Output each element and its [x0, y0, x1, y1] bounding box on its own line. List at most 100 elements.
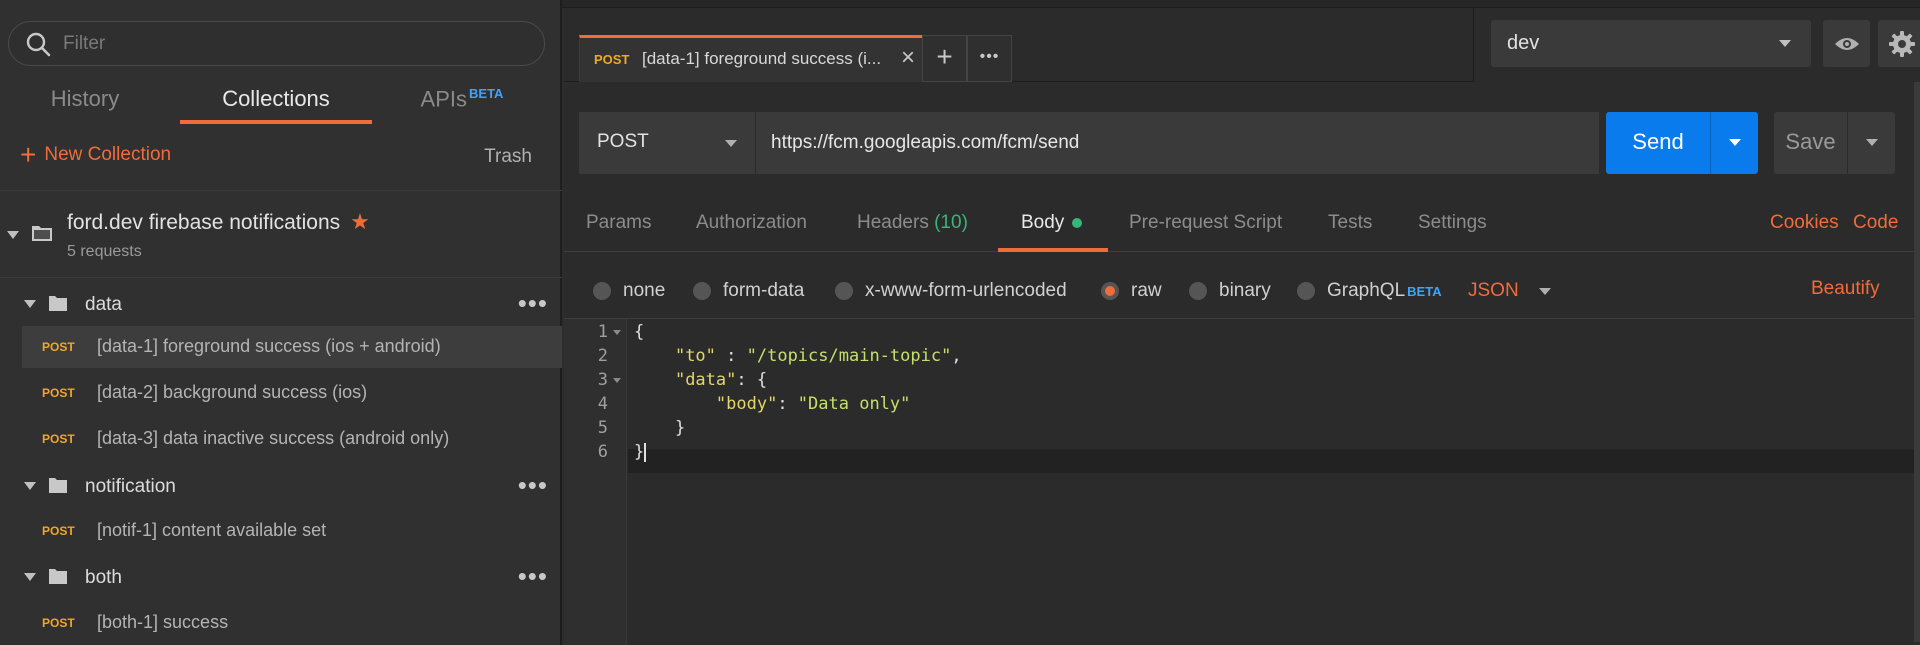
tab-params[interactable]: Params	[586, 212, 651, 234]
format-value: JSON	[1468, 280, 1519, 301]
request-item[interactable]: POST [data-3] data inactive success (and…	[22, 418, 562, 460]
new-collection-label: New Collection	[44, 144, 172, 165]
line-number: 3	[597, 370, 608, 390]
beautify-button[interactable]: Beautify	[1811, 278, 1880, 300]
folder-both[interactable]: both •••	[0, 557, 562, 599]
radio-circle[interactable]	[693, 282, 711, 300]
collapse-caret-icon[interactable]	[24, 482, 36, 490]
tab-tests[interactable]: Tests	[1328, 212, 1372, 234]
radio-none[interactable]: none	[593, 280, 665, 302]
chevron-down-icon	[1538, 287, 1551, 295]
open-request-tab[interactable]: POST [data-1] foreground success (i... ×	[579, 35, 924, 82]
more-options-icon[interactable]: •••	[518, 288, 548, 319]
send-options-button[interactable]	[1710, 112, 1758, 174]
tab-headers[interactable]: Headers (10)	[857, 212, 968, 234]
headers-label: Headers	[857, 212, 929, 233]
line-number: 1	[597, 322, 608, 342]
collection-name-text: ford.dev firebase notifications	[67, 211, 341, 234]
folder-name: both	[85, 567, 122, 588]
collection-name[interactable]: ford.dev firebase notifications ★	[67, 209, 370, 235]
radio-raw[interactable]: raw	[1101, 280, 1162, 302]
radio-urlencoded[interactable]: x-www-form-urlencoded	[835, 280, 1067, 302]
radio-form-data[interactable]: form-data	[693, 280, 804, 302]
line-number-gutter: 1 2 3 4 5 6	[564, 319, 627, 645]
save-options-button[interactable]	[1847, 112, 1895, 174]
line-number: 2	[597, 346, 608, 366]
collapse-caret-icon[interactable]	[24, 573, 36, 581]
environment-value: dev	[1507, 32, 1540, 54]
request-item[interactable]: POST [data-2] background success (ios)	[22, 372, 562, 414]
collection-header[interactable]: ford.dev firebase notifications ★ 5 reque…	[0, 190, 562, 278]
folder-notification[interactable]: notification •••	[0, 466, 562, 508]
tab-pre-request-script[interactable]: Pre-request Script	[1129, 212, 1282, 234]
new-collection-button[interactable]: + New Collection	[20, 141, 172, 169]
chevron-down-icon	[1779, 40, 1791, 47]
radio-circle-selected[interactable]	[1101, 282, 1119, 300]
trash-button[interactable]: Trash	[484, 146, 532, 168]
chevron-down-icon	[1866, 139, 1878, 146]
fold-arrow-icon[interactable]	[613, 378, 621, 383]
filter-input[interactable]	[63, 32, 523, 55]
body-format-select[interactable]: JSON	[1468, 280, 1551, 302]
radio-circle[interactable]	[1297, 282, 1315, 300]
tab-collections[interactable]: Collections	[180, 78, 372, 124]
method-select[interactable]: POST	[579, 112, 756, 174]
code-link[interactable]: Code	[1853, 212, 1898, 234]
graphql-beta-badge: BETA	[1407, 283, 1442, 299]
tab-settings[interactable]: Settings	[1418, 212, 1487, 234]
method-value: POST	[597, 131, 649, 152]
radio-label: raw	[1131, 280, 1162, 301]
code-token: ,	[951, 346, 962, 366]
vertical-scrollbar[interactable]	[1914, 82, 1920, 642]
tab-options-button[interactable]: •••	[967, 35, 1012, 82]
radio-circle[interactable]	[835, 282, 853, 300]
body-type-selector: none form-data x-www-form-urlencoded raw…	[564, 264, 1920, 320]
tab-history[interactable]: History	[0, 78, 170, 124]
active-line-highlight	[628, 449, 1920, 473]
star-icon[interactable]: ★	[350, 209, 370, 234]
code-token: {	[634, 322, 645, 342]
radio-label: none	[623, 280, 666, 301]
send-button[interactable]: Send	[1606, 112, 1758, 174]
collapse-caret-icon[interactable]	[7, 231, 19, 239]
tab-apis[interactable]: APIs BETA	[372, 78, 552, 124]
fold-arrow-icon[interactable]	[613, 330, 621, 335]
new-tab-button[interactable]: +	[922, 35, 967, 82]
collapse-caret-icon[interactable]	[24, 300, 36, 308]
code-token: }	[674, 418, 686, 438]
request-item[interactable]: POST [both-1] success	[22, 602, 562, 644]
manage-environments-button[interactable]	[1878, 20, 1920, 67]
request-name: [notif-1] content available set	[97, 520, 327, 540]
close-icon[interactable]: ×	[901, 44, 915, 72]
environment-select[interactable]: dev	[1491, 20, 1811, 67]
radio-binary[interactable]: binary	[1189, 280, 1271, 302]
cookies-link[interactable]: Cookies	[1770, 212, 1839, 234]
body-indicator-dot	[1072, 217, 1083, 228]
request-item[interactable]: POST [notif-1] content available set	[22, 510, 562, 552]
url-bar: POST	[579, 112, 1599, 174]
gear-icon	[1888, 30, 1915, 57]
save-button[interactable]: Save	[1774, 112, 1895, 174]
radio-circle[interactable]	[593, 282, 611, 300]
body-code-editor[interactable]: 1 2 3 4 5 6 { "to" : "/topics/main-topic…	[564, 318, 1920, 645]
collection-request-count: 5 requests	[67, 243, 142, 260]
folder-data[interactable]: data •••	[0, 284, 562, 326]
environment-quick-look-button[interactable]	[1823, 20, 1870, 67]
chevron-down-icon	[725, 140, 737, 147]
folder-icon	[49, 296, 67, 311]
more-options-icon[interactable]: •••	[518, 561, 548, 592]
request-item[interactable]: POST [data-1] foreground success (ios + …	[22, 326, 562, 368]
line-number: 4	[597, 394, 608, 414]
method-badge: POST	[42, 616, 75, 630]
url-input[interactable]	[757, 112, 1599, 174]
code-token: :	[715, 346, 747, 366]
sidebar-toolbar: + New Collection Trash	[0, 136, 562, 176]
radio-graphql[interactable]: GraphQL BETA	[1297, 280, 1442, 302]
more-options-icon[interactable]: •••	[518, 470, 548, 501]
sidebar-tabs: History Collections APIs BETA	[0, 78, 562, 124]
filter-box[interactable]	[8, 21, 545, 66]
tab-authorization[interactable]: Authorization	[696, 212, 807, 234]
tab-body[interactable]: Body	[1021, 212, 1083, 234]
request-name: [both-1] success	[97, 612, 229, 632]
radio-circle[interactable]	[1189, 282, 1207, 300]
